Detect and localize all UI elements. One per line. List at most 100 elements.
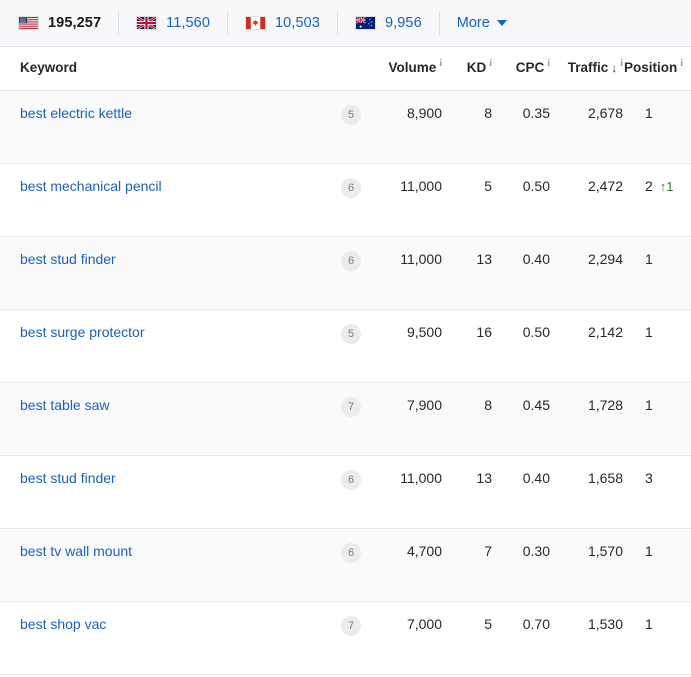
country-keyword-count: 195,257 [48,15,102,31]
table-row[interactable]: best shop vac 7 7,000 5 0.70 1,530 1 [0,601,691,674]
serp-features-badge[interactable]: 5 [341,104,361,125]
volume-value: 11,000 [400,250,442,267]
traffic-value: 2,472 [587,177,623,194]
column-header-traffic[interactable]: Traffic ↓ i [558,47,631,91]
chevron-down-icon [496,20,507,26]
info-icon[interactable]: i [680,56,683,72]
volume-value: 4,700 [406,542,442,559]
cell-keyword: best electric kettle [0,90,330,163]
table-row[interactable]: best tv wall mount 6 4,700 7 0.30 1,570 1 [0,528,691,601]
column-header-kd[interactable]: KD i [450,47,500,91]
column-header-label: KD [466,60,487,76]
cell-kd: 7 [450,528,500,601]
cell-kd: 5 [450,163,500,236]
country-keyword-count: 10,503 [275,15,320,31]
keywords-table: Keyword Volume i KD i CPC i Traffic ↓ i Position i … [0,47,691,675]
serp-features-badge[interactable]: 6 [341,542,361,563]
volume-value: 11,000 [400,469,442,486]
table-row[interactable]: best mechanical pencil 6 11,000 5 0.50 2,472 2… [0,163,691,236]
info-icon[interactable]: i [489,56,492,72]
cell-traffic: 1,530 [558,601,631,674]
cell-cpc: 0.40 [500,455,558,528]
cell-kd: 13 [450,236,500,309]
cell-cpc: 0.45 [500,382,558,455]
country-chip-australia[interactable]: 9,956 [354,11,440,35]
table-row[interactable]: best stud finder 6 11,000 13 0.40 2,294 1 [0,236,691,309]
column-header-volume[interactable]: Volume i [372,47,450,91]
volume-value: 11,000 [400,177,442,194]
cell-serp-features: 6 [330,455,372,528]
sort-descending-icon[interactable]: ↓ [611,60,617,76]
serp-features-badge[interactable]: 6 [341,177,361,198]
cpc-value: 0.70 [522,615,550,632]
position-value: 3 [645,469,653,486]
cell-kd: 13 [450,455,500,528]
cell-serp-features: 6 [330,236,372,309]
cell-volume: 4,700 [372,528,450,601]
keyword-link[interactable]: best stud finder [0,470,116,486]
table-row[interactable]: best surge protector 5 9,500 16 0.50 2,142 1 [0,309,691,382]
column-header-cpc[interactable]: CPC i [500,47,558,91]
kd-value: 16 [476,323,492,340]
position-value: 2 [645,177,653,194]
position-value: 1 [645,250,653,267]
cell-traffic: 1,570 [558,528,631,601]
column-header-label: Keyword [20,60,78,76]
table-row[interactable]: best stud finder 6 11,000 13 0.40 1,658 3 [0,455,691,528]
cell-keyword: best table saw [0,382,330,455]
volume-value: 9,500 [406,323,442,340]
cell-keyword: best stud finder [0,236,330,309]
kd-value: 5 [484,615,492,632]
cell-keyword: best shop vac [0,601,330,674]
us-flag-icon [18,16,48,30]
serp-features-badge[interactable]: 7 [341,615,361,636]
cell-traffic: 2,142 [558,309,631,382]
keyword-link[interactable]: best surge protector [0,324,145,340]
table-row[interactable]: best electric kettle 5 8,900 8 0.35 2,678 1 [0,90,691,163]
cell-volume: 11,000 [372,163,450,236]
cell-position: 1 [631,601,691,674]
country-chip-canada[interactable]: 10,503 [245,11,338,35]
keyword-link[interactable]: best mechanical pencil [0,178,162,194]
cell-kd: 16 [450,309,500,382]
keyword-link[interactable]: best electric kettle [0,105,132,121]
keyword-link[interactable]: best stud finder [0,251,116,267]
position-value: 1 [645,542,653,559]
serp-features-badge[interactable]: 6 [341,250,361,271]
country-chip-united-kingdom[interactable]: 11,560 [136,11,228,35]
au-flag-icon [354,16,385,30]
cell-position: 1 [631,309,691,382]
table-row[interactable]: best table saw 7 7,900 8 0.45 1,728 1 [0,382,691,455]
cell-cpc: 0.35 [500,90,558,163]
column-header-keyword[interactable]: Keyword [0,47,330,91]
cpc-value: 0.50 [522,323,550,340]
uk-flag-icon [136,16,166,30]
serp-features-badge[interactable]: 5 [341,323,361,344]
cell-serp-features: 7 [330,382,372,455]
cpc-value: 0.30 [522,542,550,559]
column-header-serp[interactable] [330,47,372,91]
traffic-value: 1,570 [587,542,623,559]
keyword-link[interactable]: best table saw [0,397,110,413]
serp-features-badge[interactable]: 7 [341,396,361,417]
table-header-row: Keyword Volume i KD i CPC i Traffic ↓ i Position i [0,47,691,91]
cell-serp-features: 6 [330,163,372,236]
column-header-position[interactable]: Position i [624,47,691,91]
traffic-value: 2,678 [587,104,623,121]
cell-volume: 7,000 [372,601,450,674]
serp-features-badge[interactable]: 6 [341,469,361,490]
more-countries-button[interactable]: More [457,11,507,35]
info-icon[interactable]: i [439,56,442,72]
traffic-value: 1,728 [587,396,623,413]
info-icon[interactable]: i [547,56,550,72]
table-body: best electric kettle 5 8,900 8 0.35 2,678 1 bes… [0,90,691,674]
cell-cpc: 0.50 [500,163,558,236]
info-icon[interactable]: i [620,56,623,72]
cell-serp-features: 7 [330,601,372,674]
keyword-link[interactable]: best tv wall mount [0,543,132,559]
cell-cpc: 0.70 [500,601,558,674]
column-header-label: Volume [388,60,437,76]
country-chip-united-states[interactable]: 195,257 [18,11,120,35]
cell-keyword: best surge protector [0,309,330,382]
keyword-link[interactable]: best shop vac [0,616,106,632]
